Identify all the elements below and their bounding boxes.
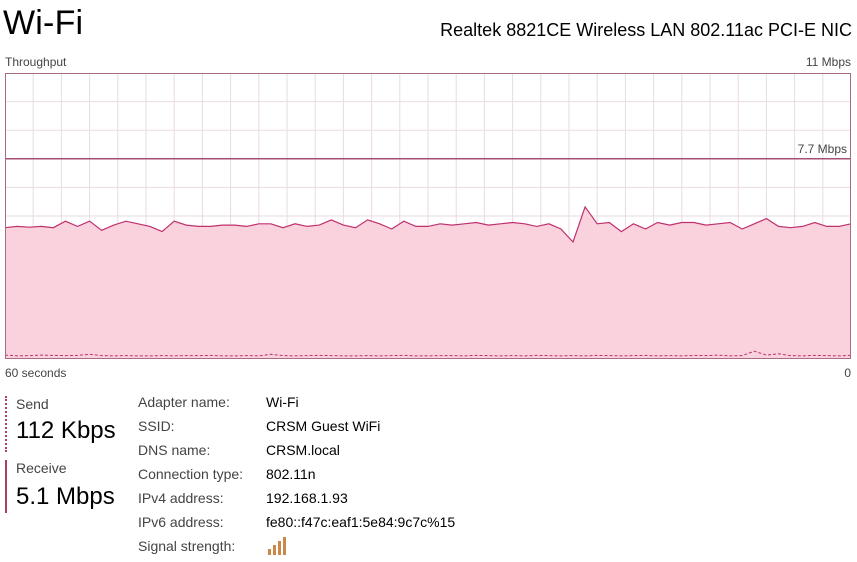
receive-value: 5.1 Mbps [16,483,115,510]
signal-bar [268,549,271,555]
receive-area [5,206,851,359]
receive-label: Receive [16,460,67,476]
detail-value: 802.11n [266,466,316,482]
detail-key: SSID: [138,418,175,434]
signal-bar [278,541,281,555]
signal-bars-icon [268,537,286,555]
throughput-max-label: 11 Mbps [805,55,851,69]
time-span-label: 60 seconds [5,366,67,380]
detail-key: IPv6 address: [138,514,224,530]
detail-value: CRSM.local [266,442,340,458]
detail-key: Connection type: [138,466,244,482]
signal-strength-icon [266,534,288,559]
signal-bar [283,537,286,555]
detail-key: IPv4 address: [138,490,224,506]
send-value: 112 Kbps [16,417,116,444]
receive-indicator-bar [5,460,7,513]
send-label: Send [16,396,49,412]
throughput-label: Throughput [5,55,67,69]
detail-value: CRSM Guest WiFi [266,418,381,434]
detail-value: 192.168.1.93 [266,490,348,506]
detail-value: fe80::f47c:eaf1:5e84:9c7c%15 [266,514,456,530]
throughput-graph-svg: 7.7 Mbps [5,73,851,359]
adapter-model-name: Realtek 8821CE Wireless LAN 802.11ac PCI… [440,20,852,40]
throughput-graph: 7.7 Mbps [5,73,851,359]
detail-key: Signal strength: [138,538,236,554]
send-indicator-bar [5,396,9,452]
time-now-label: 0 [844,366,851,380]
page-title: Wi-Fi [3,4,84,42]
detail-key: Adapter name: [138,394,230,410]
detail-key: DNS name: [138,442,211,458]
reference-line-label: 7.7 Mbps [798,142,847,156]
detail-value: Wi-Fi [266,394,299,410]
signal-bar [273,545,276,555]
